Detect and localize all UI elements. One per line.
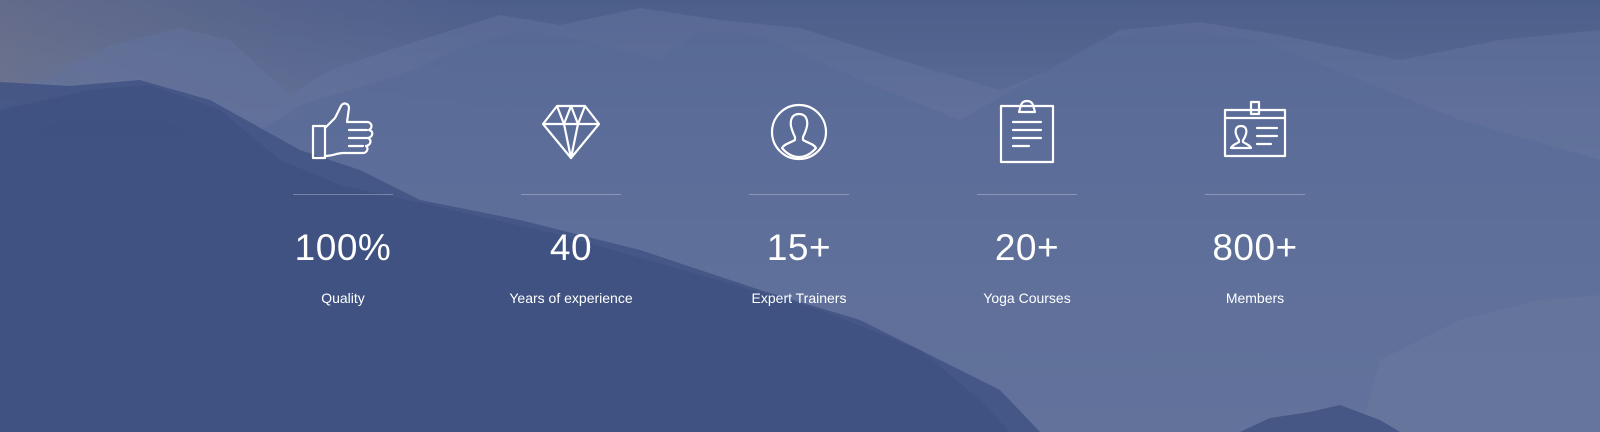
stat-value: 800+ <box>1212 227 1298 268</box>
stat-item-experience: 40 Years of experience <box>457 96 685 307</box>
stat-divider <box>749 194 849 195</box>
stat-divider <box>521 194 621 195</box>
id-badge-icon <box>1223 100 1287 158</box>
stat-item-trainers: 15+ Expert Trainers <box>685 96 913 307</box>
stat-label: Years of experience <box>509 290 633 306</box>
stat-divider <box>977 194 1077 195</box>
stat-value: 15+ <box>766 227 832 268</box>
stat-divider <box>293 194 393 195</box>
stat-label: Members <box>1225 290 1285 306</box>
stat-item-members: 800+ Members <box>1141 96 1369 307</box>
stats-section: 100% Quality 40 Years of experience 15+ … <box>0 0 1600 432</box>
stat-divider <box>1205 194 1305 195</box>
clipboard-icon <box>999 99 1055 164</box>
thumbs-up-icon <box>311 102 374 160</box>
diamond-icon <box>541 104 601 160</box>
user-circle-icon <box>770 103 828 161</box>
stat-value: 40 <box>549 227 593 268</box>
stat-label: Quality <box>321 290 365 306</box>
stat-value: 20+ <box>994 227 1060 268</box>
stat-label: Yoga Courses <box>983 290 1071 306</box>
stat-value: 100% <box>294 227 392 268</box>
stat-label: Expert Trainers <box>751 290 847 306</box>
stat-item-courses: 20+ Yoga Courses <box>913 96 1141 307</box>
stats-row: 100% Quality 40 Years of experience 15+ … <box>0 0 1600 432</box>
stat-item-quality: 100% Quality <box>229 96 457 307</box>
